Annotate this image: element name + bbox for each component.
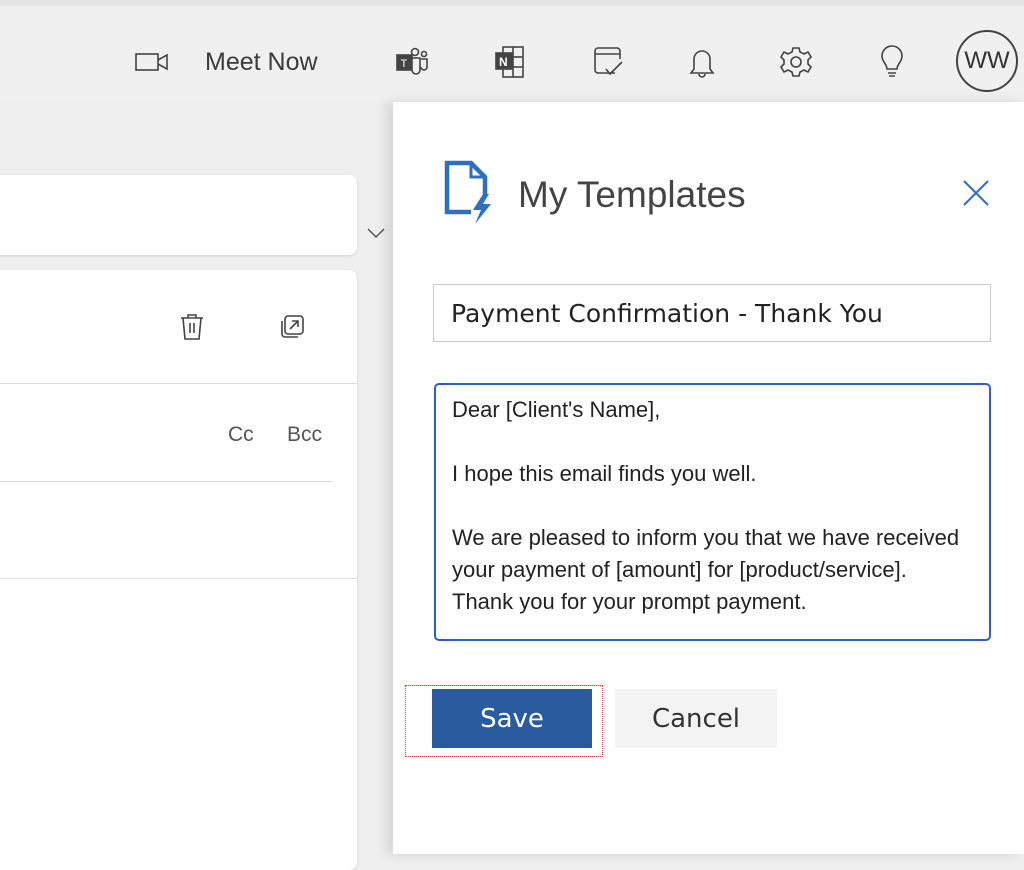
todo-icon (594, 47, 623, 76)
trash-icon[interactable] (179, 313, 205, 341)
settings-button[interactable] (776, 42, 816, 82)
onenote-icon: N (495, 46, 524, 78)
bcc-button[interactable]: Bcc (287, 423, 322, 447)
save-button[interactable]: Save (432, 689, 592, 748)
avatar[interactable]: WW (956, 30, 1018, 92)
svg-text:N: N (499, 55, 508, 69)
teams-button[interactable]: T (392, 42, 432, 82)
top-bar: Meet Now T N WW (0, 0, 1024, 102)
panel-title: My Templates (518, 174, 746, 215)
bell-icon (689, 50, 715, 78)
template-lightning-icon (444, 160, 491, 224)
my-templates-panel: My Templates Dear [Client's Name], I hop… (393, 102, 1024, 854)
pop-out-icon[interactable] (279, 314, 305, 340)
todo-button[interactable] (588, 42, 628, 82)
meet-now-label: Meet Now (205, 47, 318, 76)
teams-icon: T (396, 47, 428, 75)
to-field-underline (0, 481, 333, 482)
notifications-button[interactable] (682, 42, 722, 82)
compose-card: Cc Bcc (0, 270, 357, 870)
video-camera-icon (135, 53, 168, 71)
template-name-input[interactable] (433, 284, 991, 342)
gear-icon (779, 47, 813, 77)
divider (0, 578, 357, 579)
onenote-button[interactable]: N (490, 42, 530, 82)
tips-button[interactable] (872, 42, 912, 82)
chevron-down-icon[interactable] (366, 226, 386, 240)
svg-text:T: T (401, 58, 408, 70)
close-icon[interactable] (961, 178, 991, 208)
meet-now-button[interactable]: Meet Now (135, 42, 318, 82)
cancel-button[interactable]: Cancel (615, 689, 777, 748)
divider (0, 383, 357, 384)
lightbulb-icon (881, 45, 903, 77)
template-body-textarea[interactable]: Dear [Client's Name], I hope this email … (434, 383, 991, 641)
subject-card[interactable] (0, 175, 357, 255)
cc-button[interactable]: Cc (228, 423, 254, 447)
